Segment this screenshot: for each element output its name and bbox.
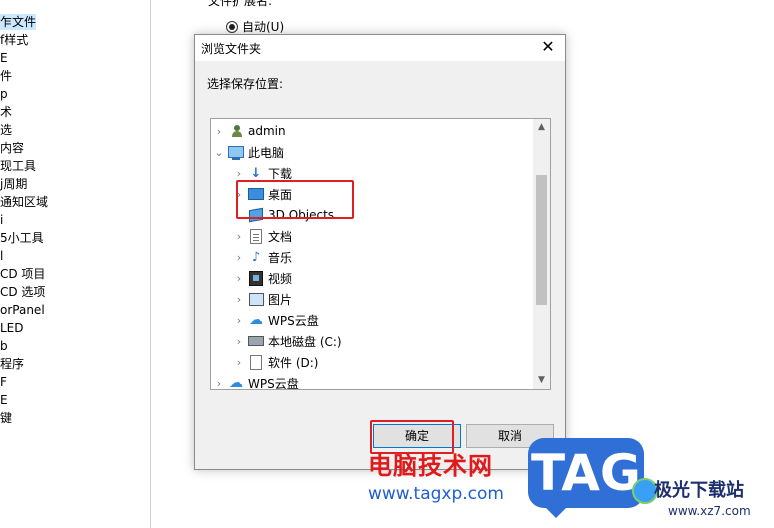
tree-item[interactable]: › 文档 bbox=[211, 226, 550, 246]
tree-item-label: 图片 bbox=[268, 292, 293, 307]
background-sidebar-item[interactable]: 术 bbox=[0, 104, 12, 120]
file-drive-icon bbox=[248, 354, 264, 370]
chevron-right-icon[interactable]: › bbox=[213, 377, 225, 390]
chevron-right-icon[interactable]: › bbox=[233, 272, 245, 285]
video-icon bbox=[248, 270, 264, 286]
cloud-icon: ☁ bbox=[249, 312, 263, 328]
tree-item[interactable]: ⌄ 此电脑 bbox=[211, 142, 533, 162]
tree-item[interactable]: › 软件 (D:) bbox=[211, 352, 550, 372]
music-icon: ♪ bbox=[251, 249, 261, 265]
tree-item[interactable]: › ☁ WPS云盘 bbox=[211, 373, 533, 390]
chevron-right-icon[interactable]: › bbox=[213, 125, 225, 138]
chevron-right-icon[interactable]: › bbox=[233, 356, 245, 369]
folder-tree[interactable]: › admin ⌄ 此电脑 › ↓ 下载 › 桌面 3D Objects › 文档 › ♪ 音乐 › 视频 › 图片… bbox=[210, 118, 551, 390]
scroll-up-icon[interactable]: ▲ bbox=[533, 119, 550, 136]
chevron-right-icon[interactable]: › bbox=[233, 167, 245, 180]
background-sidebar-item[interactable]: 键 bbox=[0, 410, 12, 426]
tree-item-label: 桌面 bbox=[268, 187, 293, 202]
tree-item[interactable]: › 桌面 bbox=[211, 184, 550, 204]
tree-item-label: WPS云盘 bbox=[268, 313, 319, 328]
picture-icon bbox=[248, 292, 264, 306]
background-sidebar-item[interactable]: 通知区域 bbox=[0, 194, 48, 210]
browse-folder-dialog: 浏览文件夹 ✕ 选择保存位置: › admin ⌄ 此电脑 › ↓ 下载 › 桌面 3D Obje… bbox=[194, 34, 566, 470]
background-sidebar-item[interactable]: CD 项目 bbox=[0, 266, 45, 282]
background-divider bbox=[150, 0, 151, 528]
computer-icon bbox=[228, 145, 244, 160]
scroll-down-icon[interactable]: ▼ bbox=[533, 372, 550, 389]
dialog-prompt: 选择保存位置: bbox=[207, 77, 284, 91]
tree-item[interactable]: › admin bbox=[211, 121, 533, 141]
chevron-right-icon[interactable]: › bbox=[233, 251, 245, 264]
tree-item-label: WPS云盘 bbox=[248, 376, 299, 390]
tree-item-label: 下载 bbox=[268, 166, 293, 181]
background-sidebar-item[interactable]: j周期 bbox=[0, 176, 27, 192]
tree-item[interactable]: 3D Objects bbox=[211, 205, 550, 225]
radio-button-icon[interactable] bbox=[226, 20, 238, 33]
watermark-tag-logo: TAG bbox=[528, 438, 644, 518]
background-sidebar-item[interactable]: orPanel bbox=[0, 302, 45, 318]
tree-item[interactable]: › 视频 bbox=[211, 268, 550, 288]
background-sidebar-item[interactable]: 选 bbox=[0, 122, 12, 138]
background-sidebar-item[interactable]: 程序 bbox=[0, 356, 24, 372]
tree-item-label: 此电脑 bbox=[248, 145, 285, 160]
tree-item[interactable]: › 本地磁盘 (C:) bbox=[211, 331, 550, 351]
watermark-url: www.tagxp.com bbox=[368, 484, 504, 504]
watermark-site-url: www.xz7.com bbox=[668, 504, 751, 518]
ok-button[interactable]: 确定 bbox=[373, 424, 461, 448]
background-sidebar-item[interactable]: b bbox=[0, 338, 8, 354]
tree-item-label: 视频 bbox=[268, 271, 293, 286]
scroll-thumb[interactable] bbox=[536, 175, 547, 305]
auto-radio-option[interactable]: 自动(U) bbox=[226, 18, 284, 35]
tree-item[interactable]: › 图片 bbox=[211, 289, 550, 309]
tree-item-label: 文档 bbox=[268, 229, 293, 244]
chevron-right-icon[interactable]: › bbox=[233, 335, 245, 348]
background-sidebar-item[interactable]: l bbox=[0, 248, 3, 264]
watermark-site-name: 极光下载站 bbox=[654, 480, 744, 501]
background-sidebar-item[interactable]: p bbox=[0, 86, 8, 102]
background-sidebar-item[interactable]: 现工具 bbox=[0, 158, 36, 174]
auto-radio-label: 自动(U) bbox=[242, 20, 285, 34]
background-sidebar-item[interactable]: 件 bbox=[0, 68, 12, 84]
tree-item-label: 音乐 bbox=[268, 250, 293, 265]
background-sidebar-item[interactable]: CD 选项 bbox=[0, 284, 45, 300]
dialog-title: 浏览文件夹 bbox=[201, 42, 262, 56]
dialog-titlebar: 浏览文件夹 ✕ bbox=[195, 35, 565, 61]
tree-item-label: 本地磁盘 (C:) bbox=[268, 334, 342, 349]
3d-objects-icon bbox=[248, 207, 264, 223]
tree-item-label: admin bbox=[248, 124, 286, 138]
background-sidebar-item[interactable]: f样式 bbox=[0, 32, 28, 48]
background-sidebar-item[interactable]: LED bbox=[0, 320, 24, 336]
tree-item[interactable]: › ☁ WPS云盘 bbox=[211, 310, 550, 330]
cloud-icon: ☁ bbox=[229, 375, 243, 390]
background-sidebar-item[interactable]: E bbox=[0, 50, 8, 66]
watermark-title: 电脑技术网 bbox=[368, 452, 493, 480]
chevron-right-icon[interactable]: › bbox=[233, 188, 245, 201]
desktop-icon bbox=[248, 187, 264, 201]
download-icon: ↓ bbox=[250, 165, 262, 181]
chevron-right-icon[interactable]: › bbox=[233, 293, 245, 306]
user-icon bbox=[228, 124, 244, 138]
drive-icon bbox=[248, 334, 264, 348]
chevron-down-icon[interactable]: ⌄ bbox=[213, 146, 225, 159]
tree-scrollbar[interactable]: ▲ ▼ bbox=[533, 119, 550, 389]
background-sidebar-item[interactable]: 内容 bbox=[0, 140, 24, 156]
tree-item[interactable]: › ♪ 音乐 bbox=[211, 247, 550, 267]
background-sidebar: 乍文件 f样式 E 件 p 术选内容 现工具 j周期 通知区域 i 5小工具 l CD 项目 CD 选项 o… bbox=[0, 0, 150, 528]
chevron-right-icon[interactable]: › bbox=[233, 230, 245, 243]
document-icon bbox=[248, 228, 264, 244]
close-icon[interactable]: ✕ bbox=[539, 38, 557, 56]
tree-item[interactable]: › ↓ 下载 bbox=[211, 163, 550, 183]
background-sidebar-item[interactable]: 5小工具 bbox=[0, 230, 44, 246]
background-sidebar-item[interactable]: E bbox=[0, 392, 8, 408]
background-sidebar-item[interactable]: F bbox=[0, 374, 7, 390]
background-sidebar-item[interactable]: i bbox=[0, 212, 3, 228]
chevron-right-icon[interactable]: › bbox=[233, 314, 245, 327]
background-sidebar-item[interactable]: 乍文件 bbox=[0, 14, 37, 30]
file-extension-label: 文件扩展名: bbox=[208, 0, 273, 8]
tree-item-label: 软件 (D:) bbox=[268, 355, 319, 370]
tree-item-label: 3D Objects bbox=[268, 208, 335, 222]
